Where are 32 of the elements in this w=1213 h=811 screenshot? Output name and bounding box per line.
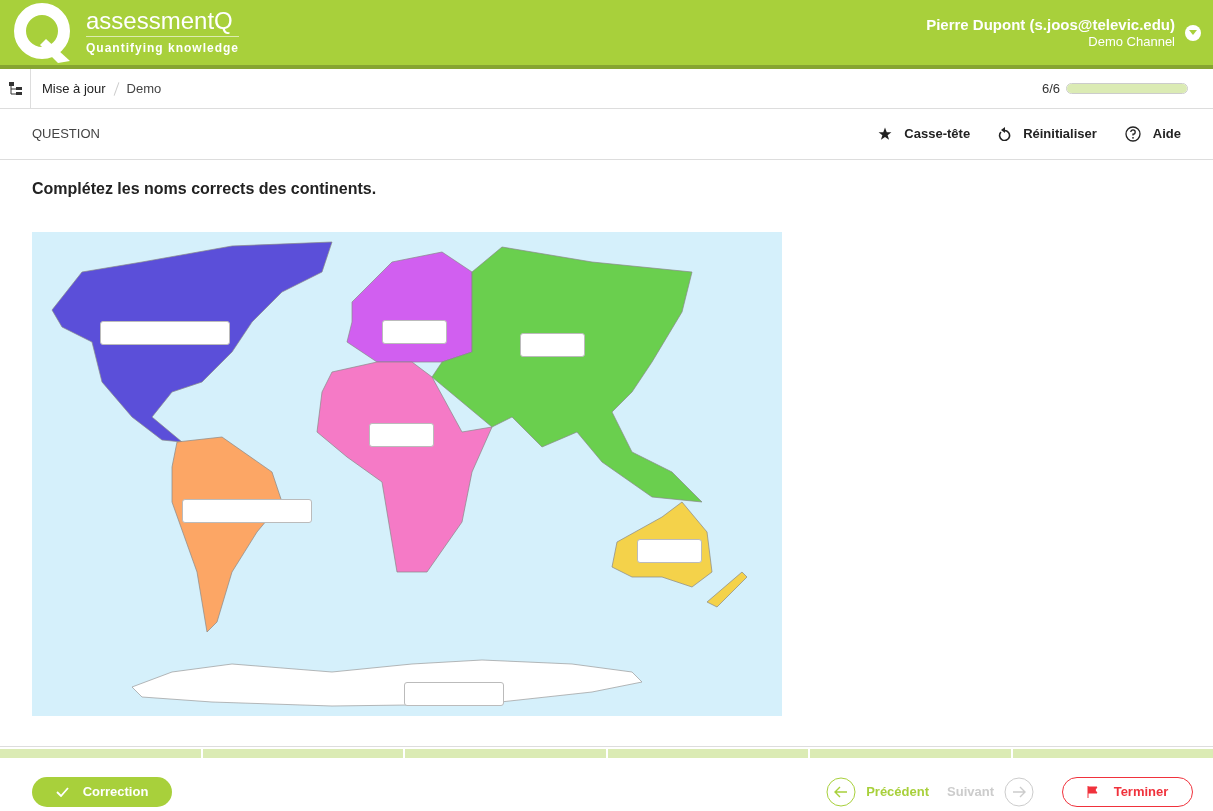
question-segment[interactable]: [1012, 749, 1213, 758]
answer-field[interactable]: [369, 423, 434, 447]
answer-field[interactable]: [382, 320, 447, 344]
flag-icon: [1086, 786, 1098, 798]
reset-icon: [998, 127, 1012, 141]
breadcrumb-link[interactable]: Demo: [126, 78, 162, 99]
help-button[interactable]: Aide: [1124, 124, 1181, 144]
section-title: QUESTION: [32, 125, 100, 144]
question-segment[interactable]: [202, 749, 403, 758]
progress-count: 6/6: [1041, 79, 1060, 98]
user-menu-button[interactable]: [1185, 24, 1201, 41]
star-icon: [878, 127, 893, 141]
brand-tagline: Quantifying knowledge: [86, 36, 239, 57]
check-icon: [55, 787, 69, 797]
channel-name: Demo Channel: [1088, 34, 1175, 49]
answer-field[interactable]: [182, 499, 312, 523]
reset-button[interactable]: Réinitialiser: [998, 124, 1097, 144]
user-name: Pierre Dupont (s.joos@televic.edu): [926, 16, 1175, 34]
question-segment[interactable]: [405, 749, 606, 758]
help-icon: [1124, 126, 1141, 142]
question-segment[interactable]: [810, 749, 1011, 758]
answer-field[interactable]: [100, 321, 230, 345]
answer-field[interactable]: [520, 333, 585, 357]
brand-name: assessmentQ: [86, 8, 234, 34]
question-segment[interactable]: [607, 749, 808, 758]
caret-icon: [1189, 30, 1197, 35]
answer-field[interactable]: [404, 682, 504, 706]
question-prompt: Complétez les noms corrects des continents.: [32, 179, 378, 199]
breadcrumb-link[interactable]: Mise à jour: [42, 78, 106, 99]
star-button[interactable]: Casse-tête: [878, 124, 971, 144]
question-segment[interactable]: [0, 749, 201, 758]
answer-field[interactable]: [637, 539, 702, 563]
